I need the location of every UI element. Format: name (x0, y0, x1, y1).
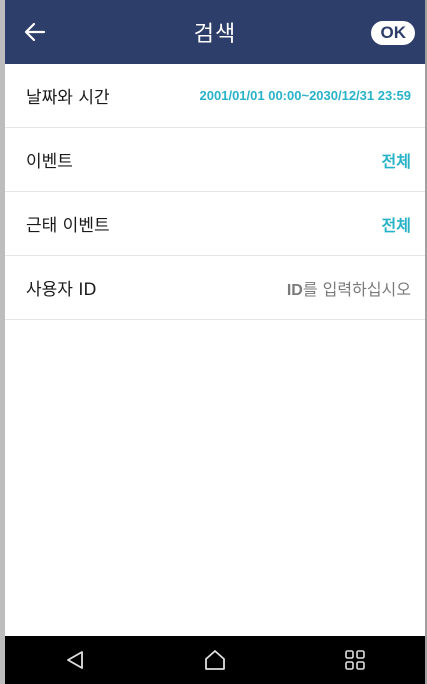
search-options-list: 날짜와 시간 2001/01/01 00:00~2030/12/31 23:59… (5, 64, 425, 320)
date-range-value: 2001/01/01 00:00~2030/12/31 23:59 (199, 88, 411, 103)
row-label: 이벤트 (26, 152, 73, 172)
placeholder-id: ID (286, 281, 303, 299)
row-event[interactable]: 이벤트 전체 (5, 128, 425, 192)
row-label: 근태 이벤트 (26, 216, 110, 236)
arrow-left-icon (24, 22, 46, 42)
title-bar: 검색 OK (5, 0, 425, 64)
nav-back-button[interactable] (45, 636, 105, 684)
nav-recent-apps-button[interactable] (325, 636, 385, 684)
event-value: 전체 (381, 151, 411, 171)
attendance-event-value: 전체 (381, 215, 411, 235)
ok-button[interactable]: OK (370, 21, 415, 45)
row-user-id[interactable]: 사용자 ID ID를 입력하십시오 (5, 256, 425, 320)
placeholder-text: 를 입력하십시오 (302, 279, 411, 299)
back-triangle-icon (67, 651, 83, 669)
row-label: 날짜와 시간 (26, 88, 110, 108)
app-window: 검색 OK 날짜와 시간 2001/01/01 00:00~2030/12/31… (0, 0, 427, 684)
row-date-time[interactable]: 날짜와 시간 2001/01/01 00:00~2030/12/31 23:59 (5, 64, 425, 128)
back-button[interactable] (15, 14, 55, 50)
row-attendance-event[interactable]: 근태 이벤트 전체 (5, 192, 425, 256)
nav-home-button[interactable] (185, 636, 245, 684)
home-icon (205, 650, 225, 670)
page-title: 검색 (193, 22, 237, 47)
recent-apps-icon (345, 650, 365, 670)
system-nav-bar (5, 636, 425, 684)
row-label: 사용자 ID (26, 280, 97, 300)
user-id-input[interactable]: ID를 입력하십시오 (287, 276, 411, 300)
